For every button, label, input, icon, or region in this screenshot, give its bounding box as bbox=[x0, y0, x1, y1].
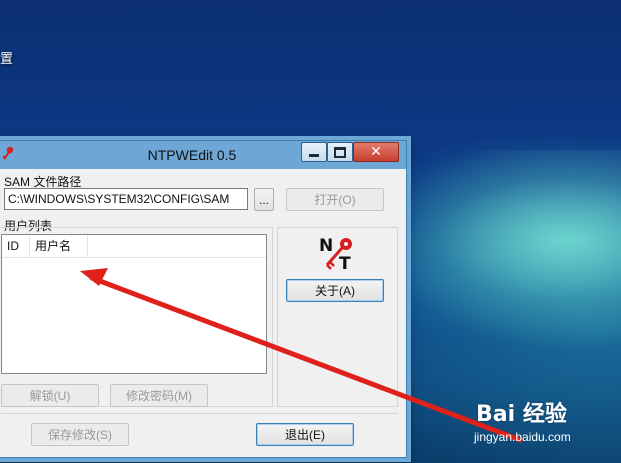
user-list-view[interactable]: ID 用户名 bbox=[1, 234, 267, 374]
minimize-button[interactable] bbox=[301, 142, 327, 162]
baidu-watermark: Bai 经验 jingyan.baidu.com bbox=[468, 396, 618, 456]
open-button[interactable]: 打开(O) bbox=[286, 188, 384, 211]
maximize-button[interactable] bbox=[327, 142, 353, 162]
unlock-button[interactable]: 解锁(U) bbox=[1, 384, 99, 407]
minimize-icon bbox=[309, 153, 319, 157]
sam-path-input[interactable] bbox=[4, 188, 248, 210]
browse-button[interactable]: ... bbox=[254, 188, 274, 211]
svg-text:T: T bbox=[339, 254, 351, 271]
watermark-brand: Bai 经验 bbox=[476, 402, 567, 427]
title-bar[interactable]: NTPWEdit 0.5 ✕ bbox=[0, 141, 406, 169]
about-button[interactable]: 关于(A) bbox=[286, 279, 384, 302]
ntpwedit-window: NTPWEdit 0.5 ✕ SAM 文件路径 ... 打开(O) 用户列表 I… bbox=[0, 140, 407, 458]
user-list-header: ID 用户名 bbox=[2, 235, 266, 258]
change-password-button[interactable]: 修改密码(M) bbox=[110, 384, 208, 407]
desktop-icon-label[interactable]: 置 bbox=[0, 48, 13, 67]
close-button[interactable]: ✕ bbox=[353, 142, 399, 162]
close-icon: ✕ bbox=[370, 144, 382, 160]
save-changes-button[interactable]: 保存修改(S) bbox=[31, 423, 129, 446]
desktop-glow bbox=[380, 150, 621, 350]
svg-text:N: N bbox=[319, 236, 333, 256]
ntpwedit-key-logo-icon: N T bbox=[319, 236, 352, 271]
exit-button[interactable]: 退出(E) bbox=[256, 423, 354, 446]
column-header-id[interactable]: ID bbox=[2, 235, 30, 257]
watermark-url: jingyan.baidu.com bbox=[474, 430, 571, 444]
separator bbox=[1, 413, 398, 414]
maximize-icon bbox=[334, 146, 346, 158]
window-client-area: SAM 文件路径 ... 打开(O) 用户列表 ID 用户名 N T 关于(A)… bbox=[1, 169, 402, 453]
column-header-username[interactable]: 用户名 bbox=[30, 235, 88, 257]
